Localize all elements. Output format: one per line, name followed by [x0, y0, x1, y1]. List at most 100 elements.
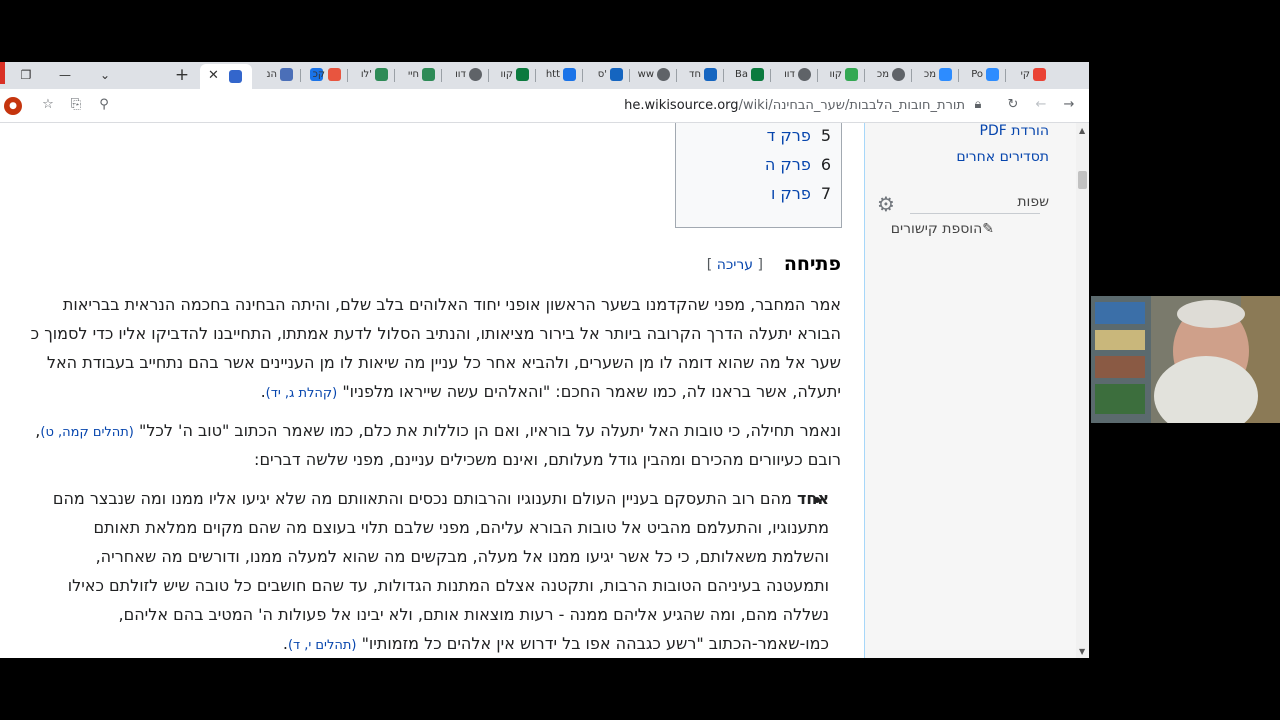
- share-icon[interactable]: ⎘: [68, 97, 84, 113]
- tab-separator: [441, 69, 442, 82]
- drive-icon: [845, 68, 858, 81]
- bracket: ]: [706, 257, 717, 273]
- tab-separator: [629, 69, 630, 82]
- bookmark-star-icon[interactable]: ☆: [40, 97, 56, 113]
- citation-link[interactable]: (תהלים קמה, ט): [40, 425, 133, 440]
- lock-icon[interactable]: 🔒︎: [970, 97, 986, 113]
- toc-number: 7: [820, 184, 831, 203]
- tab-label: לו': [360, 69, 372, 80]
- tab[interactable]: קי: [1005, 64, 1052, 87]
- tab-separator: [958, 69, 959, 82]
- tab-label: חיי: [407, 69, 419, 80]
- tab-search-chevron-icon[interactable]: ⌄: [95, 66, 115, 84]
- webcam-overlay: [1091, 296, 1280, 423]
- tab-separator: [817, 69, 818, 82]
- toolbar: ● ☆ ⎘ ⚲ he.wikisource.org/wiki/תורת_חובו…: [0, 89, 1089, 123]
- add-links-label: הוספת קישורים: [890, 221, 983, 237]
- site-favicon-icon: [610, 68, 623, 81]
- tab-label: מכ: [923, 69, 936, 80]
- scroll-down-icon[interactable]: ▼: [1079, 647, 1085, 656]
- tab-label: קוו: [500, 69, 513, 80]
- divider: [910, 213, 1040, 214]
- paragraph-line: הבורא יתעלה הדרך הקרובה ביותר אל בירור מ…: [30, 324, 841, 343]
- list-item-line: כמו-שאמר-הכתוב "רשע כגבהה אפו בל ידרוש א…: [282, 634, 829, 653]
- gear-icon[interactable]: ⚙: [877, 192, 895, 216]
- paragraph-text: יתעלה, אשר בראנו לה, כמו שאמר החכם: "והא…: [342, 382, 841, 401]
- paragraph-line: ונאמר תחילה, כי טובות האל יתעלה על בוראי…: [35, 421, 841, 440]
- toc-item[interactable]: 5 פרק ד: [767, 126, 831, 145]
- page-content: הורדת PDF תסדירים אחרים שפות ⚙ ✎הוספת קי…: [0, 123, 1089, 658]
- toc-link[interactable]: פרק ד: [767, 126, 811, 145]
- download-pdf-link[interactable]: הורדת PDF: [980, 123, 1049, 139]
- url-path: /wiki/תורת_חובות_הלבבות/שער_הבחינה: [738, 98, 965, 113]
- toc-item[interactable]: 6 פרק ה: [765, 155, 831, 174]
- tab-label: htt: [545, 69, 560, 80]
- tab-label: חד: [689, 69, 701, 80]
- back-icon[interactable]: ←: [1033, 97, 1049, 113]
- bracket: [: [753, 257, 763, 273]
- url-domain: he.wikisource.org: [624, 98, 739, 113]
- tab[interactable]: מכ: [911, 64, 958, 87]
- tab[interactable]: מכ: [864, 64, 911, 87]
- extension-icon[interactable]: ●: [4, 97, 22, 115]
- tab[interactable]: חד: [676, 64, 723, 87]
- site-favicon-icon: [375, 68, 388, 81]
- tab[interactable]: קוו: [488, 64, 535, 87]
- edit-link[interactable]: עריכה: [717, 257, 753, 273]
- list-item-line: ותמעטנה בעיניהם הטובות הרבות, ותקטנה אצל…: [67, 576, 829, 595]
- tab[interactable]: [254, 64, 323, 87]
- tab[interactable]: קוו: [817, 64, 864, 87]
- webcam-video-image: [1091, 296, 1280, 423]
- other-formats-link[interactable]: תסדירים אחרים: [956, 149, 1049, 165]
- globe-icon: [469, 68, 482, 81]
- tab[interactable]: קכ: [300, 64, 347, 87]
- gmail-icon: [1033, 68, 1046, 81]
- paragraph-line: יתעלה, אשר בראנו לה, כמו שאמר החכם: "והא…: [260, 382, 841, 401]
- scroll-up-icon[interactable]: ▲: [1079, 126, 1085, 135]
- zoom-lens-icon[interactable]: ⚲: [96, 97, 112, 113]
- tab[interactable]: חיי: [394, 64, 441, 87]
- tab[interactable]: Ba: [723, 64, 770, 87]
- tab-label: ww: [637, 69, 654, 80]
- vertical-scrollbar[interactable]: ▲ ▼: [1076, 123, 1089, 658]
- tab-separator: [582, 69, 583, 82]
- citation-link[interactable]: (קהלת ג, יד): [266, 386, 338, 401]
- tab[interactable]: לו': [347, 64, 394, 87]
- reload-icon[interactable]: ↻: [1005, 97, 1021, 113]
- tab-label: Ba: [735, 69, 748, 80]
- tab[interactable]: דוו: [770, 64, 817, 87]
- minimize-icon[interactable]: —: [55, 66, 75, 84]
- restore-icon[interactable]: ❐: [16, 66, 36, 84]
- toc-item[interactable]: 7 פרק ו: [771, 184, 831, 203]
- list-item-line: והשלמת משאלותם, כי כל אשר יגיעו ממנו אל …: [95, 547, 829, 566]
- shield-icon: [563, 68, 576, 81]
- paragraph-line: שער אל מה שהוא דומה לו מן השערים, ולהביא…: [46, 353, 841, 372]
- citation-link[interactable]: (תהלים י, ד): [288, 638, 357, 653]
- close-tab-icon[interactable]: ✕: [208, 68, 219, 83]
- address-bar[interactable]: he.wikisource.org/wiki/תורת_חובות_הלבבות…: [600, 98, 965, 113]
- add-links-link[interactable]: ✎הוספת קישורים: [891, 221, 994, 237]
- toc-link[interactable]: פרק ו: [771, 184, 811, 203]
- paragraph-text: ונאמר תחילה, כי טובות האל יתעלה על בוראי…: [138, 421, 841, 440]
- tab-strip: ❐ — ⌄ + ✕ הנ קכ לו' חיי דוו קוו htt ס' w…: [0, 62, 1089, 89]
- tab-separator: [488, 69, 489, 82]
- tab-label: קכ: [312, 69, 325, 80]
- scroll-thumb[interactable]: [1078, 171, 1087, 189]
- tab-separator: [864, 69, 865, 82]
- section-heading: פתיחה: [783, 253, 841, 275]
- new-tab-button[interactable]: +: [172, 65, 192, 85]
- tab-active[interactable]: ✕: [200, 64, 252, 89]
- tab[interactable]: htt: [535, 64, 582, 87]
- tab[interactable]: דוו: [441, 64, 488, 87]
- forward-icon[interactable]: →: [1061, 97, 1077, 113]
- tab-separator: [300, 69, 301, 82]
- tab-label: מכ: [876, 69, 889, 80]
- tab[interactable]: ww: [629, 64, 676, 87]
- browser-window: ❐ — ⌄ + ✕ הנ קכ לו' חיי דוו קוו htt ס' w…: [0, 62, 1089, 658]
- tab[interactable]: ס': [582, 64, 629, 87]
- tab[interactable]: Po: [958, 64, 1005, 87]
- tab-separator: [770, 69, 771, 82]
- toc-link[interactable]: פרק ה: [765, 155, 811, 174]
- section-edit: [ עריכה ]: [707, 257, 763, 273]
- site-favicon-icon: [751, 68, 764, 81]
